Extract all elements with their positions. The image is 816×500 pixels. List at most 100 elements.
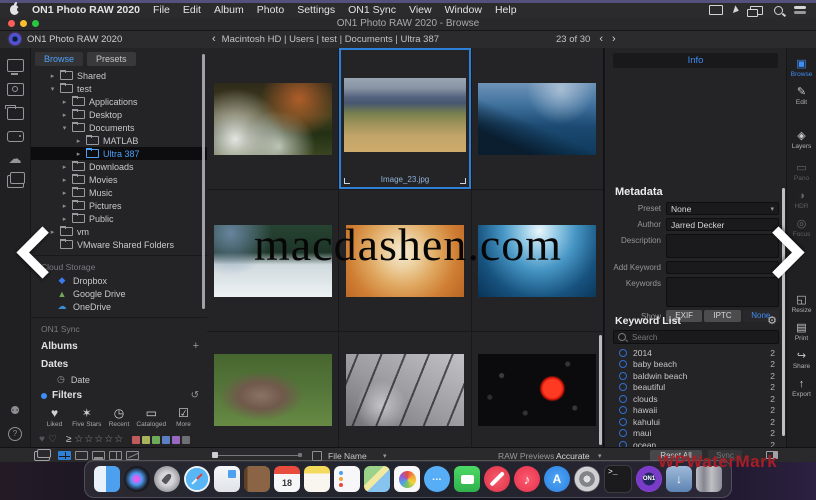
filter-button[interactable]: ✶ Five Stars [71, 407, 102, 428]
folder-tree-item[interactable]: ▸ Music [31, 186, 207, 199]
filter-button[interactable]: ☑ More [168, 407, 199, 428]
tree-chevron-icon[interactable]: ▸ [61, 111, 68, 119]
folder-tree-item[interactable]: ▸ Downloads [31, 160, 207, 173]
tree-chevron-icon[interactable]: ▸ [61, 202, 68, 210]
folder-tree-item[interactable]: ▸ MATLAB [31, 134, 207, 147]
module-tool[interactable]: ◱ Resize [792, 294, 812, 314]
albums-stack-icon[interactable] [7, 175, 24, 188]
camera-import-icon[interactable] [7, 83, 24, 96]
dock-icon-finder[interactable] [94, 466, 120, 492]
color-filter-swatch[interactable] [162, 436, 170, 444]
apple-menu-icon[interactable] [10, 5, 19, 15]
star-rating-filter[interactable]: ☆☆☆☆☆ [74, 434, 124, 445]
quick-slideshow-button[interactable] [126, 451, 139, 460]
spotlight-search-icon[interactable] [774, 6, 783, 15]
date-item[interactable]: ◷ Date [31, 373, 207, 386]
keyword-toggle-icon[interactable] [619, 418, 627, 426]
tree-chevron-icon[interactable]: ▸ [75, 150, 82, 158]
dock-icon-news[interactable] [484, 466, 510, 492]
dock-icon-notes[interactable] [304, 466, 330, 492]
filter-button[interactable]: ♥ Liked [39, 407, 70, 428]
share-user-icon[interactable] [7, 405, 23, 419]
keyword-toggle-icon[interactable] [619, 372, 627, 380]
cloud-storage-item[interactable]: ▲ Google Drive [31, 287, 207, 300]
filter-button[interactable]: ▭ Cataloged [136, 407, 167, 428]
cloud-storage-item[interactable]: ◆ Dropbox [31, 274, 207, 287]
dock-icon-maps[interactable] [364, 466, 390, 492]
gear-icon[interactable]: ⚙ [767, 314, 777, 327]
photo-cell[interactable]: Image_23.jpg [339, 48, 470, 189]
keyword-toggle-icon[interactable] [619, 406, 627, 414]
photo-thumbnail[interactable] [214, 83, 332, 155]
menu-item[interactable]: Edit [183, 4, 201, 16]
folder-tree-item[interactable]: ▸ Shared [31, 69, 207, 82]
dock-icon-reminders[interactable] [334, 466, 360, 492]
module-tool[interactable]: ▤ Print [795, 322, 808, 342]
dock-icon-messages[interactable]: … [424, 466, 450, 492]
rating-ge-icon[interactable]: ≥ [66, 434, 72, 445]
photo-thumbnail[interactable] [478, 83, 596, 155]
photo-cell[interactable] [472, 332, 603, 447]
drive-icon[interactable] [7, 131, 24, 142]
grid-view-button[interactable] [58, 451, 71, 460]
keyword-toggle-icon[interactable] [619, 395, 627, 403]
keywords-field[interactable] [666, 277, 779, 307]
display-icon[interactable] [709, 5, 723, 15]
chevron-down-icon[interactable]: ▾ [598, 452, 602, 460]
dock-icon-siri[interactable] [124, 466, 150, 492]
module-tool[interactable]: ↪ Share [793, 350, 810, 370]
menu-item[interactable]: Settings [297, 4, 335, 16]
compare-view-button[interactable] [109, 451, 122, 460]
tree-chevron-icon[interactable]: ▸ [49, 72, 56, 80]
mirror-displays-icon[interactable] [750, 6, 763, 15]
preset-dropdown[interactable]: None ▾ [666, 202, 779, 215]
dock-icon-music[interactable]: ♪ [514, 466, 540, 492]
dock-icon-app-store[interactable]: A [544, 466, 570, 492]
keyword-item[interactable]: beautiful 2 [605, 382, 787, 394]
menu-item[interactable]: View [409, 4, 432, 16]
menu-item[interactable]: Help [495, 4, 517, 16]
keyword-item[interactable]: maui 2 [605, 428, 787, 440]
photo-cell[interactable] [207, 332, 338, 447]
pointer-location-icon[interactable] [733, 5, 740, 14]
tree-chevron-icon[interactable]: ▾ [49, 85, 56, 93]
photo-cell[interactable] [207, 48, 338, 189]
menu-item[interactable]: Window [445, 4, 482, 16]
folder-tree-item[interactable]: ▸ Pictures [31, 199, 207, 212]
keyword-toggle-icon[interactable] [619, 349, 627, 357]
module-tool[interactable]: ✎ Edit [796, 86, 807, 106]
previous-photo-button[interactable]: ‹ [599, 35, 603, 44]
breadcrumb-back-icon[interactable]: ‹ [212, 35, 216, 44]
folder-tree-item[interactable]: ▾ test [31, 82, 207, 95]
module-tool[interactable]: ▣ Browse [791, 58, 813, 78]
folder-tree-item[interactable]: ▸ Ultra 387 [31, 147, 207, 160]
dock-icon-safari[interactable] [184, 466, 210, 492]
keyword-toggle-icon[interactable] [619, 360, 627, 368]
breadcrumb-path[interactable]: Macintosh HD | Users | test | Documents … [222, 34, 439, 45]
keyword-item[interactable]: hawaii 2 [605, 405, 787, 417]
keyword-toggle-icon[interactable] [619, 383, 627, 391]
collection-view-icon[interactable] [34, 451, 50, 461]
folder-tree-item[interactable]: ▸ Desktop [31, 108, 207, 121]
next-photo-button[interactable]: › [612, 35, 616, 44]
cloud-storage-item[interactable]: ☁ OneDrive [31, 300, 207, 313]
filmstrip-view-button[interactable] [92, 451, 105, 460]
dock-icon-photos[interactable] [394, 466, 420, 492]
photo-cell[interactable] [472, 48, 603, 189]
tree-chevron-icon[interactable]: ▸ [61, 189, 68, 197]
dock-icon-mail[interactable] [214, 466, 240, 492]
photo-thumbnail[interactable] [478, 354, 596, 426]
keyword-search[interactable] [613, 330, 779, 344]
help-icon[interactable]: ? [8, 427, 22, 441]
control-center-icon[interactable] [794, 6, 806, 14]
tree-chevron-icon[interactable]: ▸ [61, 176, 68, 184]
dock-icon-contacts[interactable] [244, 466, 270, 492]
chevron-down-icon[interactable]: ▾ [383, 452, 387, 460]
tab-browse[interactable]: Browse [35, 52, 83, 66]
grid-scrollbar[interactable] [599, 335, 602, 445]
dock-icon-calendar[interactable]: 18 [274, 466, 300, 492]
filter-button[interactable]: ◷ Recent [104, 407, 135, 428]
keyword-search-input[interactable] [630, 332, 774, 343]
keyword-item[interactable]: kahului 2 [605, 416, 787, 428]
folder-tree-item[interactable]: ▸ Applications [31, 95, 207, 108]
